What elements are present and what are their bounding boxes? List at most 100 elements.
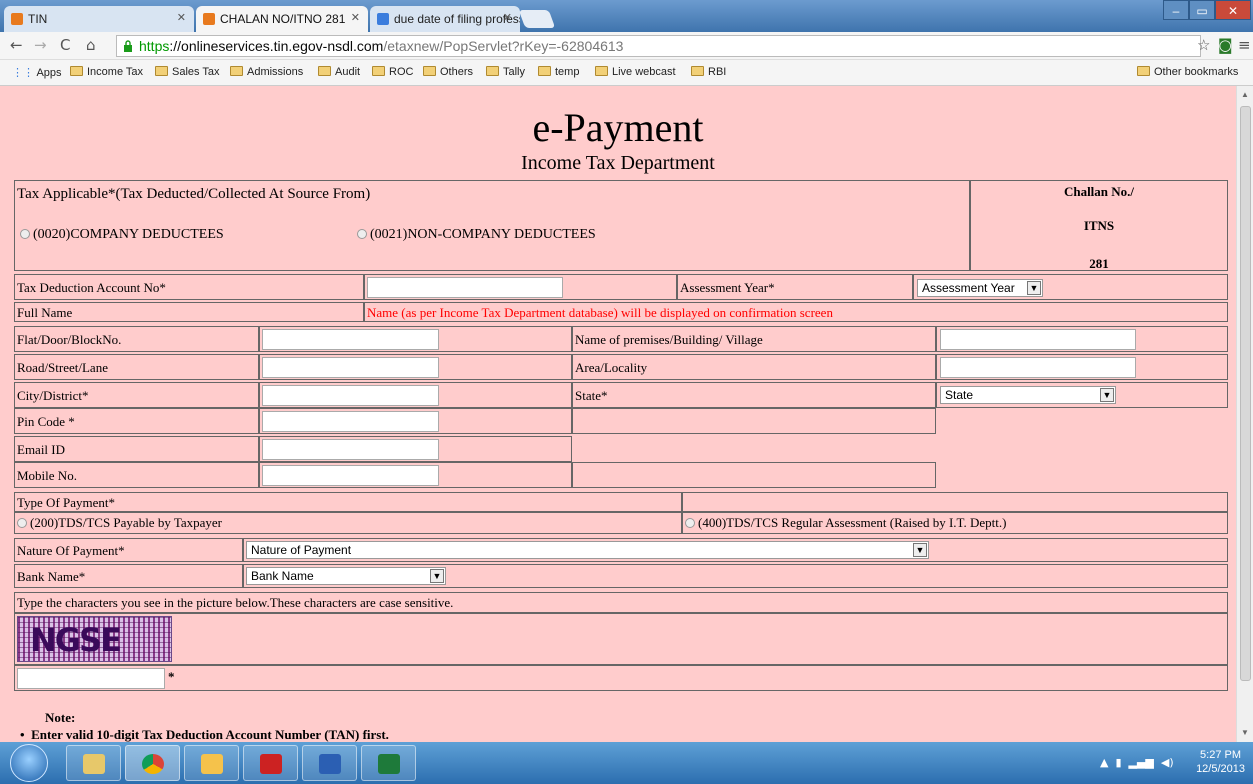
captcha-required-mark: * (168, 669, 175, 684)
lock-icon (124, 40, 132, 52)
bookmark-income-tax[interactable]: Income Tax (70, 66, 143, 78)
pin-input[interactable] (262, 411, 439, 432)
dropdown-arrow-icon: ▼ (1100, 388, 1114, 402)
state-select[interactable]: State ▼ (940, 386, 1116, 404)
back-icon[interactable]: ← (10, 36, 23, 54)
road-label: Road/Street/Lane (14, 354, 259, 380)
bookmark-other-bookmarks[interactable]: Other bookmarks (1137, 66, 1238, 78)
bookmark-sales-tax[interactable]: Sales Tax (155, 66, 220, 78)
tin-favicon-icon (203, 13, 215, 25)
maximize-icon[interactable]: ▭ (1189, 0, 1215, 20)
flat-input[interactable] (262, 329, 439, 350)
radio-button[interactable] (357, 229, 367, 239)
taskbar-explorer[interactable] (66, 745, 121, 781)
note-item: • Enter valid 10-digit Tax Deduction Acc… (20, 727, 389, 742)
tab-google-search[interactable]: due date of filing professi ✕ (370, 6, 520, 32)
radio-button[interactable] (17, 518, 27, 528)
bookmark-live-webcast[interactable]: Live webcast (595, 66, 676, 78)
folder-icon (83, 754, 105, 774)
extension-icon[interactable]: ◙ (1218, 36, 1233, 54)
nature-label: Nature Of Payment* (14, 538, 243, 562)
radio-noncompany-deductees[interactable]: (0021)NON-COMPANY DEDUCTEES (357, 227, 596, 243)
folder-icon (423, 66, 436, 76)
menu-icon[interactable]: ≡ (1238, 36, 1251, 54)
taskbar-acrobat[interactable] (243, 745, 298, 781)
city-input[interactable] (262, 385, 439, 406)
payment-type-label: Type Of Payment* (14, 492, 682, 512)
taskbar-word[interactable] (302, 745, 357, 781)
captcha-input-cell (14, 665, 1228, 691)
taskbar-clock[interactable]: 5:27 PM 12/5/2013 (1196, 748, 1245, 776)
email-label: Email ID (14, 436, 259, 462)
radio-button[interactable] (20, 229, 30, 239)
bookmark-roc[interactable]: ROC (372, 66, 413, 78)
page-title: e-Payment (532, 105, 704, 150)
folder-icon (691, 66, 704, 76)
close-tab-icon[interactable]: ✕ (177, 11, 186, 24)
scroll-down-icon[interactable]: ▼ (1241, 728, 1249, 737)
vertical-scrollbar[interactable]: ▲ ▼ (1236, 86, 1253, 742)
minimize-icon[interactable]: – (1163, 0, 1189, 20)
radio-company-deductees[interactable]: (0020)COMPANY DEDUCTEES (20, 227, 224, 243)
tan-label: Tax Deduction Account No* (14, 274, 364, 300)
bookmark-rbi[interactable]: RBI (691, 66, 726, 78)
premises-label: Name of premises/Building/ Village (572, 326, 936, 352)
taskbar-excel[interactable] (361, 745, 416, 781)
captcha-image-cell (14, 613, 1228, 665)
bookmark-tally[interactable]: Tally (486, 66, 525, 78)
taskbar-outlook[interactable] (184, 745, 239, 781)
scrollbar-thumb[interactable] (1240, 106, 1251, 681)
star-icon[interactable]: ☆ (1197, 36, 1210, 54)
bank-label: Bank Name* (14, 564, 243, 588)
bookmark-audit[interactable]: Audit (318, 66, 360, 78)
forward-icon[interactable]: → (34, 36, 47, 54)
system-tray[interactable]: ▲ ▮ ▂▄▆ ◀) (1100, 756, 1174, 769)
itns-number: 281 (1089, 256, 1109, 271)
radio-button[interactable] (685, 518, 695, 528)
pin-label: Pin Code * (14, 408, 259, 434)
itns-label: ITNS (1083, 218, 1115, 233)
tax-applicable-label: Tax Applicable*(Tax Deducted/Collected A… (17, 186, 371, 202)
mobile-input[interactable] (262, 465, 439, 486)
captcha-input[interactable] (17, 668, 165, 689)
close-tab-icon[interactable]: ✕ (351, 11, 360, 24)
close-tab-icon[interactable]: ✕ (503, 11, 512, 24)
page-viewport: e-Payment Income Tax Department Tax Appl… (0, 86, 1236, 742)
flat-label: Flat/Door/BlockNo. (14, 326, 259, 352)
excel-icon (378, 754, 400, 774)
bookmark-temp[interactable]: temp (538, 66, 579, 78)
radio-payment-400[interactable]: (400)TDS/TCS Regular Assessment (Raised … (682, 512, 1228, 534)
bank-name-select[interactable]: Bank Name ▼ (246, 567, 446, 585)
bookmark-others[interactable]: Others (423, 66, 473, 78)
tab-tin[interactable]: TIN ✕ (4, 6, 194, 32)
tab-chalan[interactable]: CHALAN NO/ITNO 281 ✕ (196, 6, 368, 32)
captcha-instruction: Type the characters you see in the pictu… (14, 592, 1228, 613)
new-tab-button[interactable] (518, 10, 556, 28)
captcha-image: NGSE (17, 616, 172, 662)
road-input[interactable] (262, 357, 439, 378)
assessment-year-select[interactable]: Assessment Year ▼ (917, 279, 1043, 297)
assessment-year-label: Assessment Year* (677, 274, 913, 300)
bookmark-apps[interactable]: ⋮⋮ Apps (12, 66, 62, 79)
start-button-icon[interactable] (10, 744, 48, 782)
radio-payment-200[interactable]: (200)TDS/TCS Payable by Taxpayer (14, 512, 682, 534)
scroll-up-icon[interactable]: ▲ (1241, 90, 1249, 99)
pin-spacer-cell (572, 408, 936, 434)
tan-input[interactable] (367, 277, 563, 298)
address-bar[interactable]: https://onlineservices.tin.egov-nsdl.com… (116, 35, 1201, 57)
area-input[interactable] (940, 357, 1136, 378)
page-subtitle: Income Tax Department (521, 152, 715, 174)
nature-of-payment-select[interactable]: Nature of Payment ▼ (246, 541, 929, 559)
folder-icon (230, 66, 243, 76)
email-input[interactable] (262, 439, 439, 460)
folder-icon (486, 66, 499, 76)
bookmark-admissions[interactable]: Admissions (230, 66, 303, 78)
folder-icon (1137, 66, 1150, 76)
close-window-icon[interactable]: ✕ (1215, 0, 1251, 20)
reload-icon[interactable]: C (60, 36, 70, 54)
payment-type-spacer (682, 492, 1228, 512)
home-icon[interactable]: ⌂ (86, 36, 96, 54)
state-label: State* (572, 382, 936, 408)
taskbar-chrome[interactable] (125, 745, 180, 781)
premises-input[interactable] (940, 329, 1136, 350)
